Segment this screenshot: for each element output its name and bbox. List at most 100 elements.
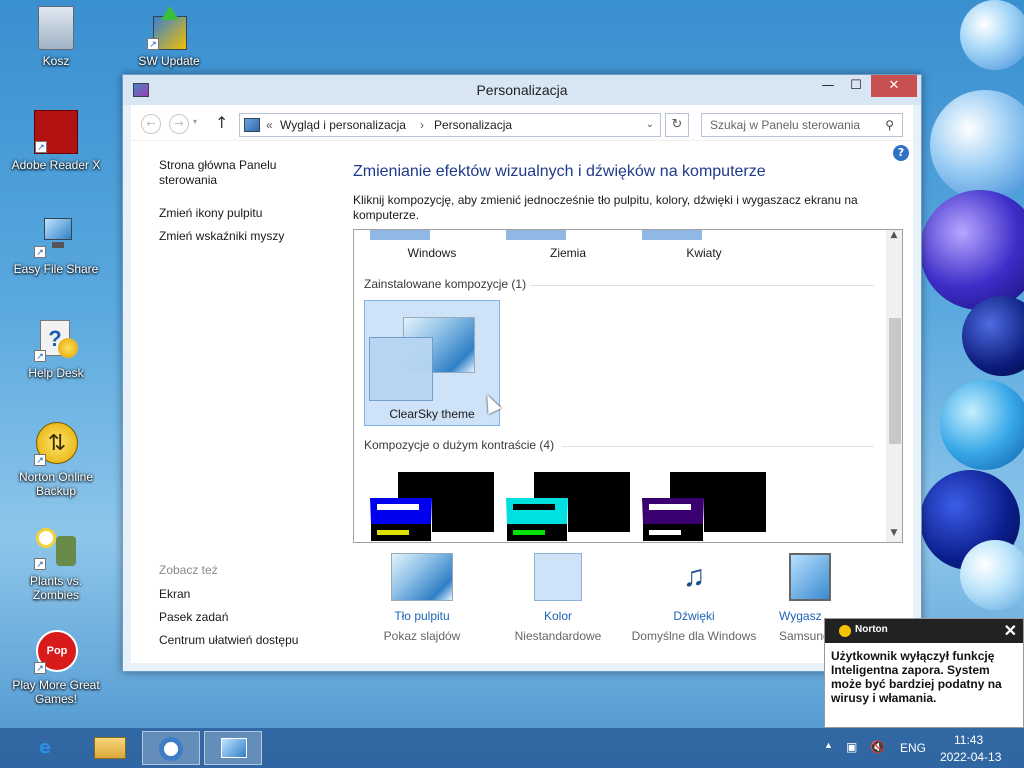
help-icon[interactable]: ? xyxy=(893,145,909,161)
high-contrast-preview xyxy=(642,498,704,542)
breadcrumb-separator-icon: › xyxy=(420,118,424,132)
screensaver-monitor-icon xyxy=(789,553,831,601)
language-indicator[interactable]: ENG xyxy=(900,741,926,755)
desktop-icon-sw-update[interactable]: ↗ SW Update xyxy=(119,6,219,68)
window-title: Personalizacja xyxy=(476,82,568,98)
desktop-icon-norton-backup[interactable]: ⇅ ↗ Norton Online Backup xyxy=(6,422,106,498)
see-also-link-taskbar[interactable]: Pasek zadań xyxy=(159,610,299,625)
refresh-button[interactable]: ↻ xyxy=(665,113,689,137)
scrollbar-thumb[interactable] xyxy=(889,318,901,444)
theme-thumbnail[interactable] xyxy=(370,230,430,240)
see-also-link-ease-of-access[interactable]: Centrum ułatwień dostępu xyxy=(159,633,319,648)
desktop-icon-label: SW Update xyxy=(138,54,200,68)
color-value: Niestandardowe xyxy=(514,629,602,643)
desktop-background-value: Pokaz slajdów xyxy=(383,629,461,643)
group-divider xyxy=(562,446,874,447)
title-bar[interactable]: Personalizacja — ☐ ✕ xyxy=(123,75,921,105)
file-explorer-icon[interactable] xyxy=(80,731,138,765)
sidebar-link-desktop-icons[interactable]: Zmień ikony pulpitu xyxy=(159,206,299,221)
desktop-icon-plants-vs-zombies[interactable]: ↗ Plants vs. Zombies xyxy=(6,526,106,602)
scroll-up-icon[interactable]: ▲ xyxy=(886,230,902,244)
recent-pages-chevron-icon[interactable]: ▾ xyxy=(193,117,197,126)
see-also-link-display[interactable]: Ekran xyxy=(159,587,299,602)
desktop-icon-adobe-reader[interactable]: ↗ Adobe Reader X xyxy=(6,110,106,172)
wallpaper-icon xyxy=(391,553,453,601)
desktop-icon-label: Help Desk xyxy=(28,366,84,380)
theme-item-clearsky[interactable]: ClearSky theme xyxy=(364,300,500,426)
up-button[interactable]: ↑ xyxy=(215,113,228,132)
desktop-icon-label: Easy File Share xyxy=(13,262,99,276)
minimize-button[interactable]: — xyxy=(813,75,843,97)
address-bar[interactable]: « Wygląd i personalizacja › Personalizac… xyxy=(239,113,661,137)
high-contrast-heading: Kompozycje o dużym kontraście (4) xyxy=(364,438,555,452)
breadcrumb-overflow[interactable]: « xyxy=(266,114,273,136)
high-contrast-preview xyxy=(370,498,432,542)
control-panel-taskbar-icon[interactable] xyxy=(204,731,262,765)
help-desk-icon: ? ↗ xyxy=(34,318,78,362)
search-input[interactable]: Szukaj w Panelu sterowania ⚲ xyxy=(701,113,903,137)
theme-name-earth[interactable]: Ziemia xyxy=(518,246,618,260)
popcap-icon: Pop ↗ xyxy=(34,630,78,674)
desktop-icon-label: Plants vs. Zombies xyxy=(29,574,83,602)
desktop-background-label[interactable]: Tło pulpitu xyxy=(357,609,487,623)
desktop-icon-easy-file-share[interactable]: ↗ Easy File Share xyxy=(6,214,106,276)
theme-name-windows[interactable]: Windows xyxy=(382,246,482,260)
desktop-icon-help-desk[interactable]: ? ↗ Help Desk xyxy=(6,318,106,380)
sidebar-link-mouse-pointers[interactable]: Zmień wskaźniki myszy xyxy=(159,229,299,244)
color-swatch-icon xyxy=(534,553,582,601)
desktop-icon-popcap[interactable]: Pop ↗ Play More Great Games! xyxy=(6,630,106,706)
adobe-reader-icon: ↗ xyxy=(34,110,78,154)
desktop-icon-recycle-bin[interactable]: Kosz xyxy=(6,6,106,68)
sidebar-link-control-panel-home[interactable]: Strona główna Panelu sterowania xyxy=(159,158,289,188)
theme-list[interactable]: Windows Ziemia Kwiaty Zainstalowane komp… xyxy=(353,229,903,543)
search-placeholder: Szukaj w Panelu sterowania xyxy=(710,118,861,132)
see-also-heading: Zobacz też xyxy=(159,563,218,577)
desktop-icon-label: Play More Great Games! xyxy=(12,678,100,706)
breadcrumb-item-personalization[interactable]: Personalizacja xyxy=(434,114,512,136)
close-notification-button[interactable]: ✕ xyxy=(1004,621,1017,641)
sounds-label[interactable]: Dźwięki xyxy=(629,609,759,623)
maximize-button[interactable]: ☐ xyxy=(841,75,871,97)
back-button[interactable]: ← xyxy=(141,114,161,134)
show-hidden-icons-chevron-icon[interactable]: ▲ xyxy=(824,740,833,750)
page-title: Zmienianie efektów wizualnych i dźwięków… xyxy=(353,163,766,180)
norton-notification[interactable]: Norton ✕ Użytkownik wyłączył funkcję Int… xyxy=(824,618,1024,728)
address-dropdown-chevron-icon[interactable]: ⌄ xyxy=(646,114,654,136)
norton-message: Użytkownik wyłączył funkcję Inteligentna… xyxy=(831,649,1002,705)
search-icon[interactable]: ⚲ xyxy=(885,114,894,136)
control-panel-icon xyxy=(244,118,260,132)
color-tile[interactable]: Kolor Niestandardowe xyxy=(493,553,623,643)
theme-list-scrollbar[interactable]: ▲ ▼ xyxy=(886,230,902,542)
clock-time[interactable]: 11:43 xyxy=(954,733,983,747)
norton-notification-header: Norton ✕ xyxy=(825,619,1023,643)
taskbar: e ▲ ▣ 🔇 ENG 11:43 2022-04-13 xyxy=(0,728,1024,768)
close-button[interactable]: ✕ xyxy=(871,75,917,97)
theme-thumbnail[interactable] xyxy=(506,230,566,240)
desktop-icon-label: Kosz xyxy=(42,54,70,68)
theme-name-flowers[interactable]: Kwiaty xyxy=(654,246,754,260)
breadcrumb-item-appearance[interactable]: Wygląd i personalizacja xyxy=(280,114,406,136)
page-description: Kliknij kompozycję, aby zmienić jednocze… xyxy=(353,193,858,222)
network-icon[interactable]: ▣ xyxy=(846,740,857,754)
internet-explorer-icon[interactable]: e xyxy=(16,731,74,765)
clock-date[interactable]: 2022-04-13 xyxy=(940,750,1001,764)
desktop-background-tile[interactable]: Tło pulpitu Pokaz slajdów xyxy=(357,553,487,643)
group-divider xyxy=(530,285,874,286)
color-label[interactable]: Kolor xyxy=(493,609,623,623)
recycle-bin-icon xyxy=(38,6,74,50)
sounds-value: Domyślne dla Windows xyxy=(631,629,757,643)
desktop-icon-label: Adobe Reader X xyxy=(11,158,101,172)
scroll-down-icon[interactable]: ▼ xyxy=(886,528,902,542)
sounds-tile[interactable]: ♫ Dźwięki Domyślne dla Windows xyxy=(629,553,759,643)
speaker-muted-icon[interactable]: 🔇 xyxy=(870,740,885,754)
norton-check-icon xyxy=(839,625,851,637)
plants-vs-zombies-icon: ↗ xyxy=(34,526,78,570)
theme-color-preview xyxy=(369,337,433,401)
norton-logo: Norton xyxy=(855,624,888,635)
shield-update-icon: ↗ xyxy=(147,6,191,50)
chrome-icon[interactable] xyxy=(142,731,200,765)
high-contrast-preview xyxy=(506,498,568,542)
forward-button[interactable]: → xyxy=(169,114,189,134)
theme-name-clearsky: ClearSky theme xyxy=(389,407,475,421)
theme-thumbnail[interactable] xyxy=(642,230,702,240)
